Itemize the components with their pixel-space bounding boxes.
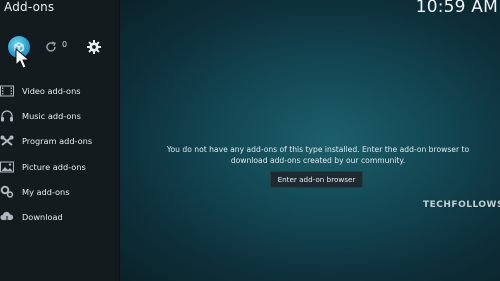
sidebar-item-label: Video add-ons — [22, 85, 81, 96]
clock: 10:59 AM — [415, 0, 498, 17]
sidebar-item-label: Picture add-ons — [22, 161, 86, 172]
enter-addon-browser-button[interactable]: Enter add-on browser — [270, 171, 363, 188]
sidebar-item-download[interactable]: Download — [0, 204, 120, 229]
video-icon — [0, 84, 14, 98]
sidebar: Add-ons 0 Video add-ons Music add-ons Pr… — [0, 0, 120, 281]
cloud-download-icon — [0, 210, 14, 224]
main-panel: 10:59 AM You do not have any add-ons of … — [120, 0, 500, 281]
sidebar-item-my-addons[interactable]: My add-ons — [0, 179, 120, 204]
watermark-logo: TECHFOLLOWS — [423, 200, 500, 210]
sidebar-item-label: Download — [22, 212, 63, 223]
page-title: Add-ons — [4, 0, 55, 14]
empty-state-message: You do not have any add-ons of this type… — [148, 145, 488, 166]
sidebar-item-video-addons[interactable]: Video add-ons — [0, 78, 120, 103]
sidebar-item-program-addons[interactable]: Program add-ons — [0, 129, 120, 154]
settings-gear-icon[interactable] — [86, 39, 102, 55]
update-count: 0 — [62, 40, 68, 49]
sidebar-item-picture-addons[interactable]: Picture add-ons — [0, 154, 120, 179]
mouse-pointer-icon — [15, 48, 31, 69]
sidebar-item-label: Music add-ons — [22, 110, 81, 121]
refresh-icon[interactable] — [44, 40, 58, 54]
sidebar-item-music-addons[interactable]: Music add-ons — [0, 103, 120, 128]
sidebar-menu: Video add-ons Music add-ons Program add-… — [0, 78, 120, 230]
message-line-2: download add-ons created by our communit… — [230, 155, 406, 165]
headphones-icon — [0, 109, 14, 123]
gears-icon — [0, 185, 14, 199]
sidebar-item-label: My add-ons — [22, 186, 70, 197]
sidebar-toolbar: 0 — [0, 36, 120, 69]
kodi-addons-screen: Add-ons 0 Video add-ons Music add-ons Pr… — [0, 0, 500, 281]
message-line-1: You do not have any add-ons of this type… — [166, 145, 470, 154]
sidebar-item-label: Program add-ons — [22, 136, 93, 147]
program-icon — [0, 134, 14, 148]
picture-icon — [0, 160, 14, 174]
